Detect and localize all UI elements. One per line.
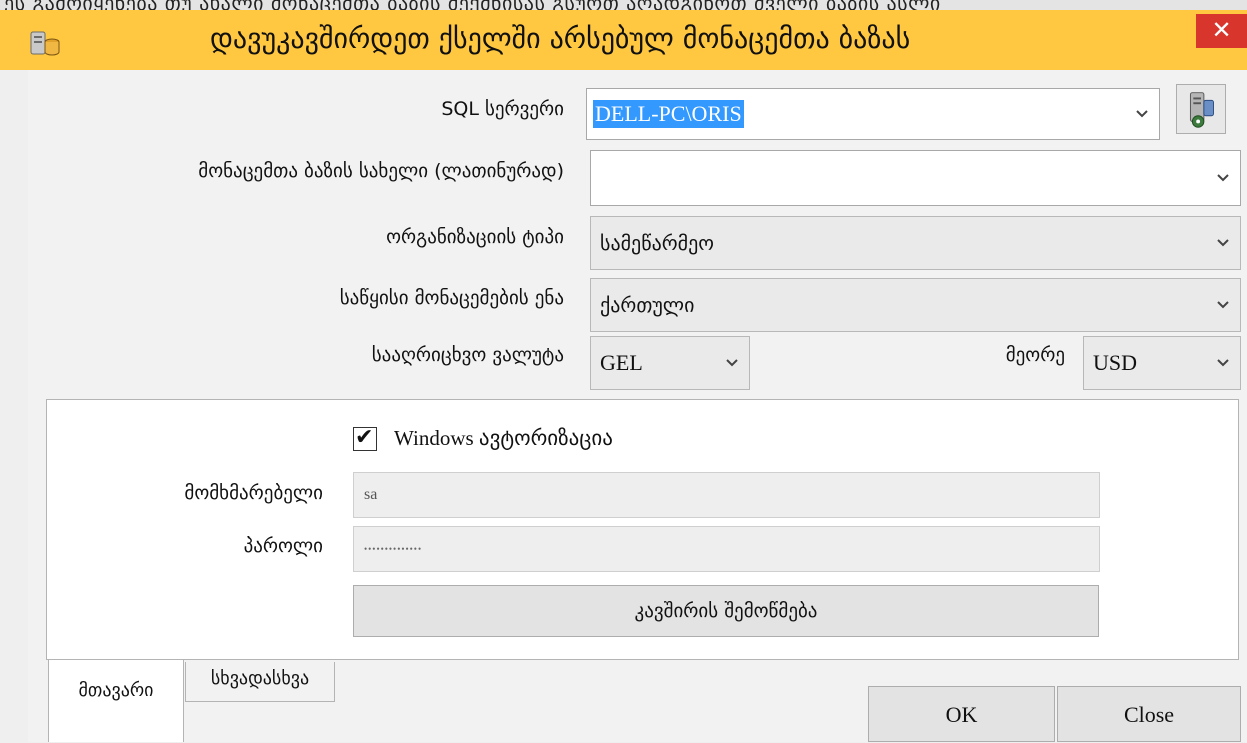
test-connection-button[interactable]: კავშირის შემოწმება [353, 585, 1099, 637]
second-currency-combo[interactable]: USD [1083, 336, 1241, 390]
initial-language-label: საწყისი მონაცემების ენა [339, 287, 564, 309]
username-label: მომხმარებელი [184, 482, 323, 504]
password-field[interactable]: •••••••••••••• [353, 526, 1100, 572]
chevron-down-icon[interactable] [1135, 109, 1149, 119]
second-currency-label: მეორე [1005, 344, 1065, 366]
database-server-icon [30, 31, 60, 56]
database-name-combo[interactable] [590, 150, 1241, 206]
windows-auth-label[interactable]: Windows ავტორიზაცია [394, 426, 613, 451]
ok-button[interactable]: OK [868, 686, 1055, 742]
close-window-button[interactable]: ✕ [1196, 14, 1247, 48]
organization-type-label: ორგანიზაციის ტიპი [386, 226, 564, 248]
chevron-down-icon[interactable] [1216, 358, 1230, 368]
sql-server-label: SQL სერვერი [441, 98, 564, 120]
chevron-down-icon[interactable] [1216, 238, 1230, 248]
initial-language-combo[interactable]: ქართული [590, 278, 1241, 332]
server-setup-icon [1189, 92, 1214, 128]
second-currency-value: USD [1093, 350, 1138, 375]
accounting-currency-value: GEL [600, 350, 643, 375]
tab-main[interactable]: მთავარი [48, 660, 184, 742]
database-name-label: მონაცემთა ბაზის სახელი (ლათინურად) [198, 160, 564, 182]
tab-misc[interactable]: სხვადასხვა [185, 662, 335, 702]
chevron-down-icon[interactable] [725, 358, 739, 368]
sql-server-combo[interactable]: DELL-PC\ORIS [586, 88, 1160, 140]
server-setup-button[interactable] [1176, 84, 1226, 134]
checkmark-icon: ✔ [355, 425, 374, 450]
background-window-text: ეს გამოიყენება თუ ახალი მონაცემთა ბაზის … [4, 0, 941, 10]
chevron-down-icon[interactable] [1216, 173, 1230, 183]
organization-type-combo[interactable]: სამეწარმეო [590, 216, 1241, 270]
initial-language-value: ქართული [600, 293, 695, 317]
window-title: დავუკავშირდეთ ქსელში არსებულ მონაცემთა ბ… [210, 22, 911, 55]
password-value: •••••••••••••• [364, 544, 423, 554]
chevron-down-icon[interactable] [1216, 300, 1230, 310]
accounting-currency-combo[interactable]: GEL [590, 336, 750, 390]
password-label: პაროლი [243, 535, 323, 557]
username-value: sa [364, 486, 378, 503]
organization-type-value: სამეწარმეო [600, 231, 714, 255]
background-window-strip: ეს გამოიყენება თუ ახალი მონაცემთა ბაზის … [0, 0, 1247, 10]
sql-server-value: DELL-PC\ORIS [593, 100, 744, 128]
windows-auth-checkbox[interactable]: ✔ [353, 425, 377, 451]
username-field[interactable]: sa [353, 472, 1100, 518]
accounting-currency-label: სააღრიცხვო ვალუტა [371, 344, 564, 366]
close-button[interactable]: Close [1057, 686, 1241, 742]
title-bar: დავუკავშირდეთ ქსელში არსებულ მონაცემთა ბ… [0, 10, 1247, 70]
